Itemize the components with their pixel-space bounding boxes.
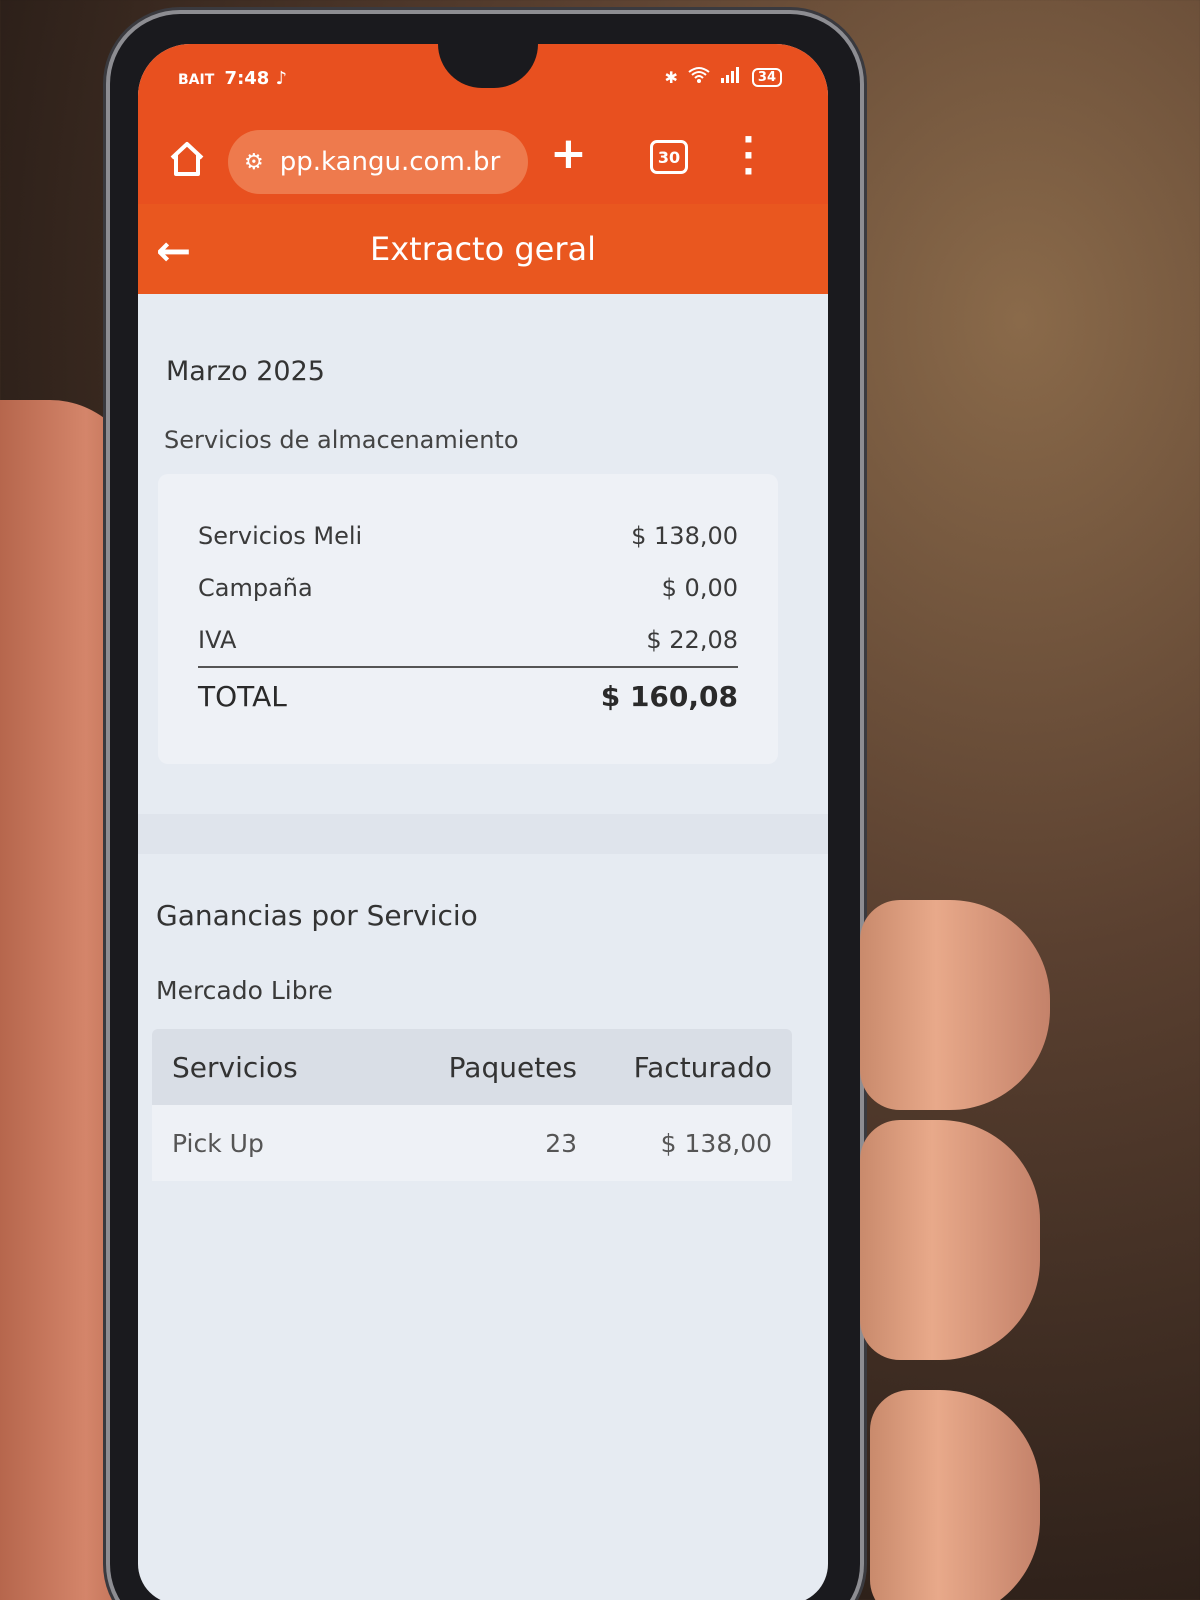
page-title: Extracto geral (369, 230, 596, 268)
wifi-icon (688, 66, 710, 88)
summary-label: Campaña (198, 574, 313, 602)
summary-divider (198, 666, 738, 668)
home-icon[interactable] (162, 134, 212, 184)
summary-amount: $ 138,00 (631, 522, 738, 550)
cell-service: Pick Up (172, 1128, 264, 1158)
total-label: TOTAL (198, 680, 287, 713)
summary-row: Campaña $ 0,00 (198, 574, 738, 602)
summary-amount: $ 22,08 (646, 626, 738, 654)
section-subtitle: Servicios de almacenamiento (164, 426, 519, 454)
total-amount: $ 160,08 (600, 680, 738, 713)
section-separator (138, 814, 828, 854)
phone-screen: BAIT 7:48 ♪ ✱ 34 ⚙ pp.kangu.com.br + 30 … (138, 44, 828, 1600)
signal-icon (720, 66, 742, 88)
tiktok-icon: ♪ (275, 68, 288, 89)
summary-row: Servicios Meli $ 138,00 (198, 522, 738, 550)
address-bar[interactable]: ⚙ pp.kangu.com.br (228, 130, 528, 194)
summary-label: Servicios Meli (198, 522, 363, 550)
url-text: pp.kangu.com.br (279, 147, 501, 177)
header-packages: Paquetes (448, 1050, 577, 1084)
earnings-table: Servicios Paquetes Facturado Pick Up 23 … (152, 1029, 792, 1181)
provider-label: Mercado Libre (156, 976, 333, 1005)
clock: 7:48 (224, 68, 270, 89)
bluetooth-icon: ✱ (664, 67, 678, 87)
finger (860, 900, 1050, 1110)
battery-indicator: 34 (751, 67, 782, 87)
month-title: Marzo 2025 (166, 356, 325, 387)
more-vert-icon[interactable]: · · · (742, 123, 755, 189)
summary-total-row: TOTAL $ 160,08 (198, 680, 738, 713)
header-billed: Facturado (633, 1050, 772, 1084)
cell-billed: $ 138,00 (660, 1128, 772, 1158)
carrier-label: BAIT (178, 72, 215, 88)
header-services: Servicios (172, 1050, 298, 1084)
plus-icon[interactable]: + (550, 128, 587, 179)
app-header: ← Extracto geral (138, 204, 828, 294)
table-header: Servicios Paquetes Facturado (152, 1029, 792, 1105)
earnings-title: Ganancias por Servicio (156, 899, 478, 932)
browser-toolbar: ⚙ pp.kangu.com.br + 30 · · · (138, 114, 828, 204)
summary-row: IVA $ 22,08 (198, 626, 738, 654)
status-left: BAIT 7:48 ♪ (178, 68, 287, 89)
cell-packages: 23 (545, 1128, 577, 1158)
site-settings-icon[interactable]: ⚙ (244, 150, 264, 175)
table-row: Pick Up 23 $ 138,00 (152, 1105, 792, 1181)
tabs-icon[interactable]: 30 (650, 140, 688, 174)
finger (860, 1120, 1040, 1360)
summary-amount: $ 0,00 (661, 574, 738, 602)
status-icons: ✱ 34 (664, 66, 782, 88)
summary-label: IVA (198, 626, 237, 654)
summary-card: Servicios Meli $ 138,00 Campaña $ 0,00 I… (158, 474, 778, 764)
phone-frame: BAIT 7:48 ♪ ✱ 34 ⚙ pp.kangu.com.br + 30 … (110, 14, 860, 1600)
finger (870, 1390, 1040, 1600)
